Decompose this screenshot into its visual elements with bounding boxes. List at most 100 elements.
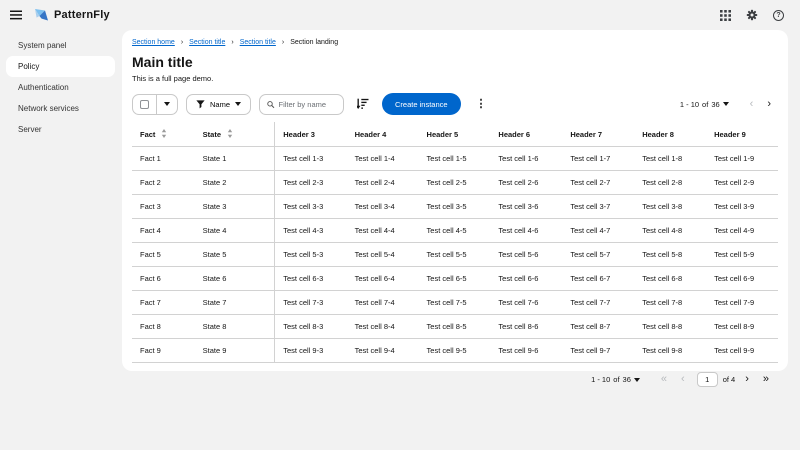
table-cell: Test cell 7-3 bbox=[275, 291, 347, 315]
table-row: Fact 7State 7Test cell 7-3Test cell 7-4T… bbox=[132, 291, 778, 315]
sidebar-item-authentication[interactable]: Authentication bbox=[6, 77, 115, 98]
kebab-menu-icon[interactable]: ⋮ bbox=[473, 99, 490, 110]
previous-page-button[interactable]: ‹ bbox=[743, 99, 761, 110]
table-cell: Test cell 1-8 bbox=[634, 147, 706, 171]
table-cell: Test cell 8-8 bbox=[634, 315, 706, 339]
table-cell: Test cell 3-5 bbox=[419, 195, 491, 219]
caret-down-icon bbox=[634, 378, 640, 382]
table-row: Fact 9State 9Test cell 9-3Test cell 9-4T… bbox=[132, 339, 778, 363]
pagination-range: 1 - 10 bbox=[680, 100, 699, 109]
breadcrumb-link[interactable]: Section home bbox=[132, 39, 175, 46]
pagination-menu-toggle[interactable]: 1 - 10 of 36 bbox=[587, 375, 644, 384]
previous-page-button[interactable]: ‹ bbox=[674, 374, 692, 385]
question-mark-glyph: ? bbox=[773, 10, 784, 21]
sidebar-item-network-services[interactable]: Network services bbox=[6, 98, 115, 119]
breadcrumb: Section home › Section title › Section title… bbox=[132, 39, 778, 46]
sidebar-item-server[interactable]: Server bbox=[6, 119, 115, 140]
next-page-button[interactable]: › bbox=[760, 99, 778, 110]
column-header-label: Fact bbox=[140, 130, 155, 139]
app-launcher-grid-icon[interactable] bbox=[720, 10, 731, 21]
table-cell: Test cell 4-6 bbox=[490, 219, 562, 243]
table-cell: Fact 9 bbox=[132, 339, 195, 363]
masthead: PatternFly bbox=[0, 0, 800, 30]
pagination-total: 36 bbox=[623, 375, 631, 384]
table-cell: Test cell 9-4 bbox=[347, 339, 419, 363]
last-page-button[interactable]: » bbox=[756, 374, 776, 385]
table-cell: Test cell 1-6 bbox=[490, 147, 562, 171]
sidebar: System panelPolicyAuthenticationNetwork … bbox=[0, 30, 120, 450]
caret-down-icon bbox=[164, 102, 170, 106]
table-cell: Test cell 4-3 bbox=[275, 219, 347, 243]
column-header-header-7: Header 7 bbox=[562, 122, 634, 147]
table-cell: Test cell 6-6 bbox=[490, 267, 562, 291]
column-header-header-9: Header 9 bbox=[706, 122, 778, 147]
sort-icon[interactable] bbox=[355, 95, 371, 114]
table-cell: Test cell 7-7 bbox=[562, 291, 634, 315]
table-cell: Test cell 6-9 bbox=[706, 267, 778, 291]
hamburger-icon[interactable] bbox=[10, 10, 22, 20]
table-cell: State 9 bbox=[195, 339, 275, 363]
column-header-state[interactable]: State bbox=[195, 122, 275, 147]
table-cell: Test cell 5-3 bbox=[275, 243, 347, 267]
bulk-select-checkbox[interactable] bbox=[133, 95, 156, 114]
name-filter-dropdown[interactable]: Name bbox=[186, 94, 251, 115]
table-cell: Test cell 8-3 bbox=[275, 315, 347, 339]
patternfly-logo-text: PatternFly bbox=[54, 9, 110, 21]
breadcrumb-separator-icon: › bbox=[231, 39, 233, 46]
filter-funnel-icon bbox=[196, 100, 205, 109]
next-page-button[interactable]: › bbox=[738, 374, 756, 385]
table-cell: Test cell 1-5 bbox=[419, 147, 491, 171]
column-header-header-5: Header 5 bbox=[419, 122, 491, 147]
table-cell: Test cell 9-7 bbox=[562, 339, 634, 363]
sidebar-item-system-panel[interactable]: System panel bbox=[6, 35, 115, 56]
table-cell: State 5 bbox=[195, 243, 275, 267]
breadcrumb-link[interactable]: Section title bbox=[189, 39, 225, 46]
column-header-label: Header 5 bbox=[427, 130, 459, 139]
table-cell: Fact 8 bbox=[132, 315, 195, 339]
table-cell: Test cell 2-4 bbox=[347, 171, 419, 195]
table-cell: Test cell 6-8 bbox=[634, 267, 706, 291]
column-header-fact[interactable]: Fact bbox=[132, 122, 195, 147]
breadcrumb-separator-icon: › bbox=[181, 39, 183, 46]
table-cell: Test cell 4-5 bbox=[419, 219, 491, 243]
column-header-label: Header 9 bbox=[714, 130, 746, 139]
sidebar-item-policy[interactable]: Policy bbox=[6, 56, 115, 77]
pagination-of-word: of bbox=[613, 375, 619, 384]
column-sort-icon bbox=[161, 129, 167, 138]
page-subtitle: This is a full page demo. bbox=[132, 74, 778, 83]
table-cell: Test cell 3-9 bbox=[706, 195, 778, 219]
bulk-select-dropdown-toggle[interactable] bbox=[156, 95, 177, 114]
table-cell: Test cell 9-5 bbox=[419, 339, 491, 363]
create-instance-button[interactable]: Create instance bbox=[382, 93, 461, 115]
pagination-bottom: 1 - 10 of 36 « ‹ of 4 › » bbox=[132, 363, 778, 387]
table-cell: State 6 bbox=[195, 267, 275, 291]
table-cell: Test cell 9-8 bbox=[634, 339, 706, 363]
table-cell: Test cell 1-3 bbox=[275, 147, 347, 171]
table-cell: Test cell 5-5 bbox=[419, 243, 491, 267]
table-cell: Test cell 4-9 bbox=[706, 219, 778, 243]
current-page-input[interactable] bbox=[697, 372, 718, 387]
table-cell: Test cell 4-7 bbox=[562, 219, 634, 243]
table-cell: Test cell 6-7 bbox=[562, 267, 634, 291]
pagination-menu-toggle[interactable]: 1 - 10 of 36 bbox=[676, 100, 733, 109]
breadcrumb-current: Section landing bbox=[290, 39, 338, 46]
table-row: Fact 4State 4Test cell 4-3Test cell 4-4T… bbox=[132, 219, 778, 243]
table-cell: Test cell 1-7 bbox=[562, 147, 634, 171]
question-circle-icon[interactable]: ? bbox=[773, 10, 784, 21]
table-cell: Test cell 7-6 bbox=[490, 291, 562, 315]
table-cell: Test cell 3-3 bbox=[275, 195, 347, 219]
table-cell: Test cell 8-7 bbox=[562, 315, 634, 339]
search-icon bbox=[267, 100, 275, 109]
filter-by-name-input[interactable] bbox=[279, 100, 337, 109]
table-cell: Test cell 8-4 bbox=[347, 315, 419, 339]
bulk-select-split-button bbox=[132, 94, 178, 115]
patternfly-logo-mark bbox=[34, 8, 49, 22]
table-cell: Test cell 4-4 bbox=[347, 219, 419, 243]
table-cell: Test cell 6-5 bbox=[419, 267, 491, 291]
table-cell: Test cell 2-9 bbox=[706, 171, 778, 195]
gear-icon[interactable] bbox=[746, 9, 758, 21]
table-row: Fact 1State 1Test cell 1-3Test cell 1-4T… bbox=[132, 147, 778, 171]
first-page-button[interactable]: « bbox=[654, 374, 674, 385]
breadcrumb-link[interactable]: Section title bbox=[240, 39, 276, 46]
table-row: Fact 5State 5Test cell 5-3Test cell 5-4T… bbox=[132, 243, 778, 267]
